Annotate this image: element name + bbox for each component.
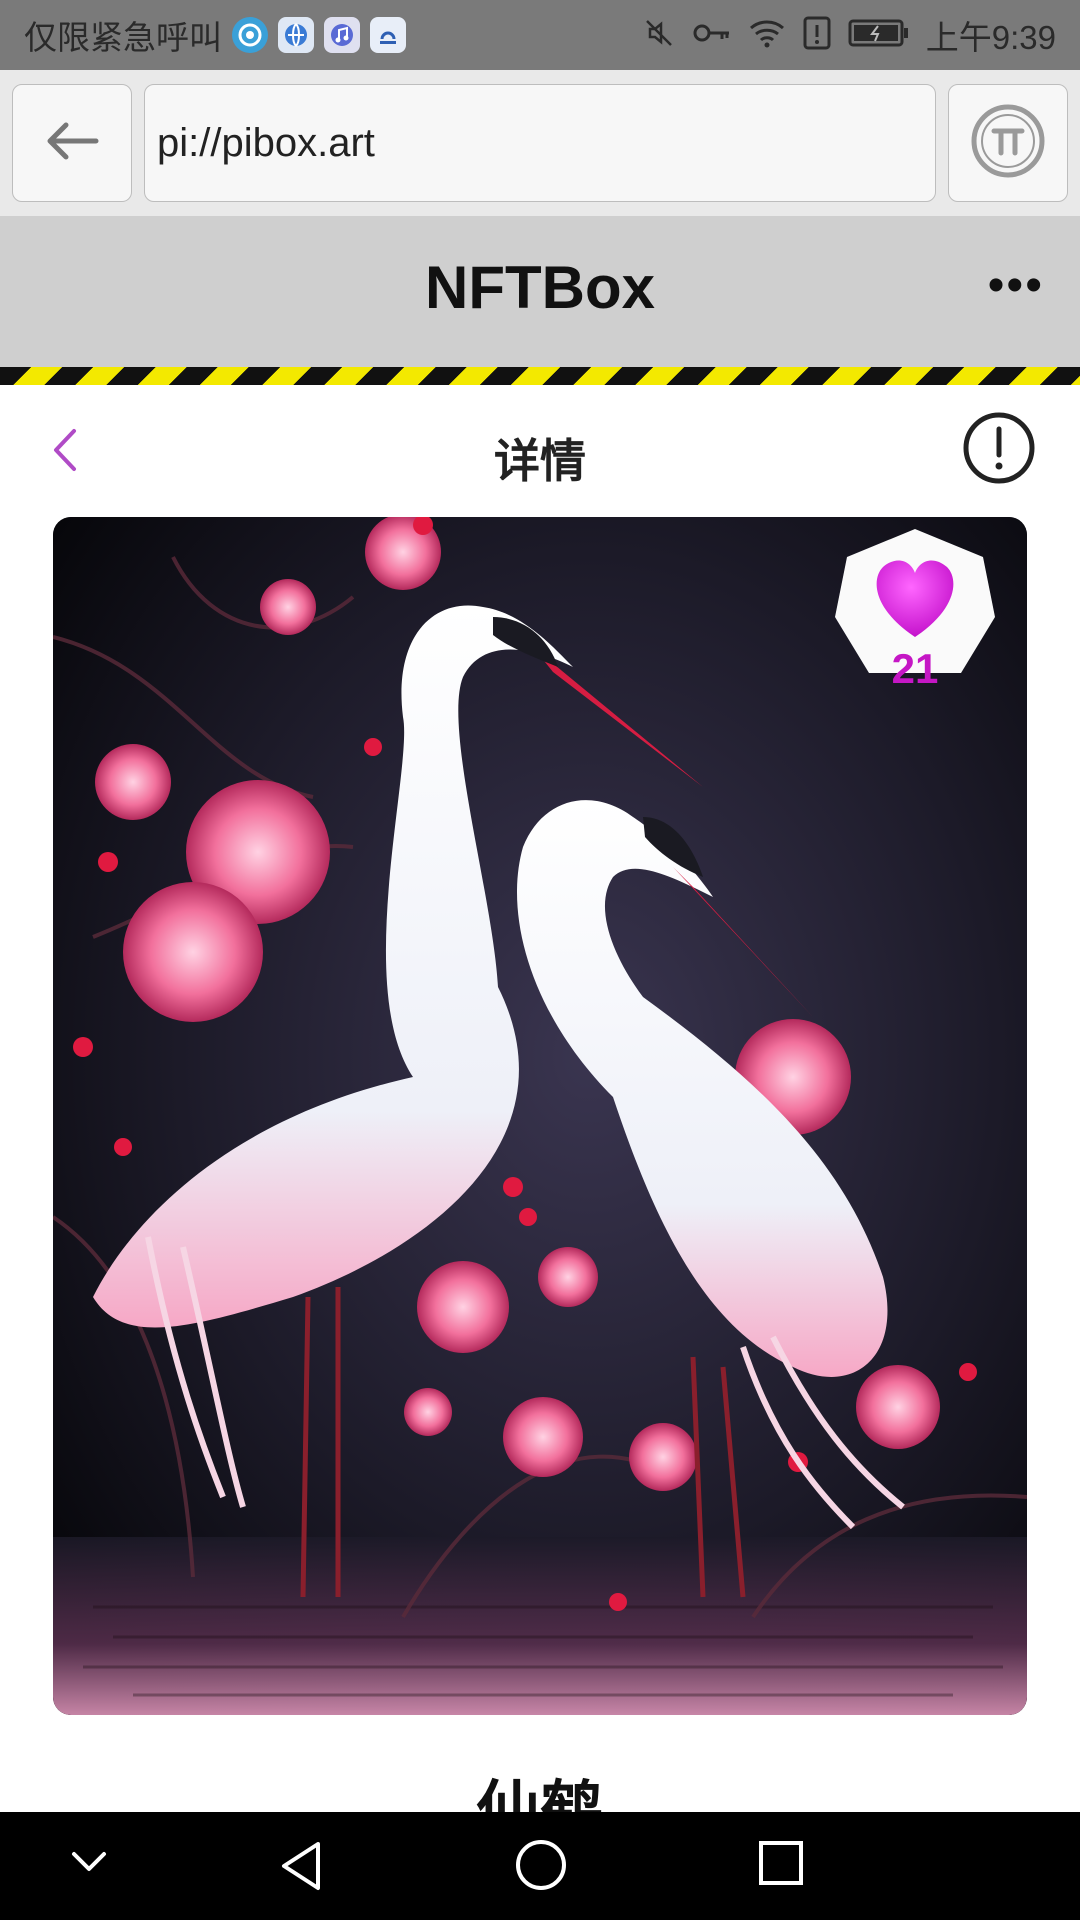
carrier-text: 仅限紧急呼叫: [24, 19, 222, 56]
nav-back-button[interactable]: [276, 1838, 326, 1899]
status-time: 上午9:39: [925, 19, 1056, 56]
navigation-bar: [0, 1812, 1080, 1920]
pi-coin-icon: [970, 103, 1046, 184]
url-text: pi://pibox.art: [157, 120, 375, 165]
more-menu-button[interactable]: •••: [988, 262, 1044, 310]
battery-icon: [848, 17, 910, 54]
alert-icon: [802, 15, 832, 56]
status-bar: 仅限紧急呼叫 上午9:39: [0, 0, 1080, 70]
nav-hide-button[interactable]: [66, 1838, 112, 1889]
arrow-left-icon: [44, 121, 100, 166]
report-button[interactable]: [962, 411, 1036, 490]
app-title: NFTBox: [425, 254, 655, 321]
circle-home-icon: [514, 1840, 568, 1896]
browser-icon: [278, 17, 314, 53]
app-header: NFTBox •••: [0, 217, 1080, 367]
hazard-stripe: [0, 367, 1080, 385]
detail-title: 详情: [494, 435, 586, 487]
nav-home-button[interactable]: [514, 1838, 568, 1897]
browser-back-button[interactable]: [12, 84, 132, 202]
browser-bar: pi://pibox.art: [0, 70, 1080, 217]
status-left: 仅限紧急呼叫: [24, 0, 406, 70]
square-recents-icon: [756, 1841, 806, 1892]
key-icon: [692, 16, 732, 55]
url-field[interactable]: pi://pibox.art: [144, 84, 936, 202]
crane-illustration: [53, 517, 1027, 1715]
status-right: 上午9:39: [642, 0, 1056, 70]
nav-recents-button[interactable]: [756, 1838, 806, 1893]
chevron-down-icon: [66, 1852, 112, 1888]
mute-icon: [642, 16, 676, 55]
wifi-icon: [748, 16, 786, 55]
weibo-icon: [232, 17, 268, 53]
like-count: 21: [891, 645, 939, 692]
exclamation-circle-icon: [962, 412, 1036, 489]
pi-wallet-button[interactable]: [948, 84, 1068, 202]
like-button[interactable]: 21: [833, 527, 997, 692]
detail-header: 详情: [0, 385, 1080, 515]
app-icon: [370, 17, 406, 53]
artwork-image[interactable]: 21: [53, 517, 1027, 1715]
triangle-back-icon: [276, 1842, 326, 1898]
music-icon: [324, 17, 360, 53]
